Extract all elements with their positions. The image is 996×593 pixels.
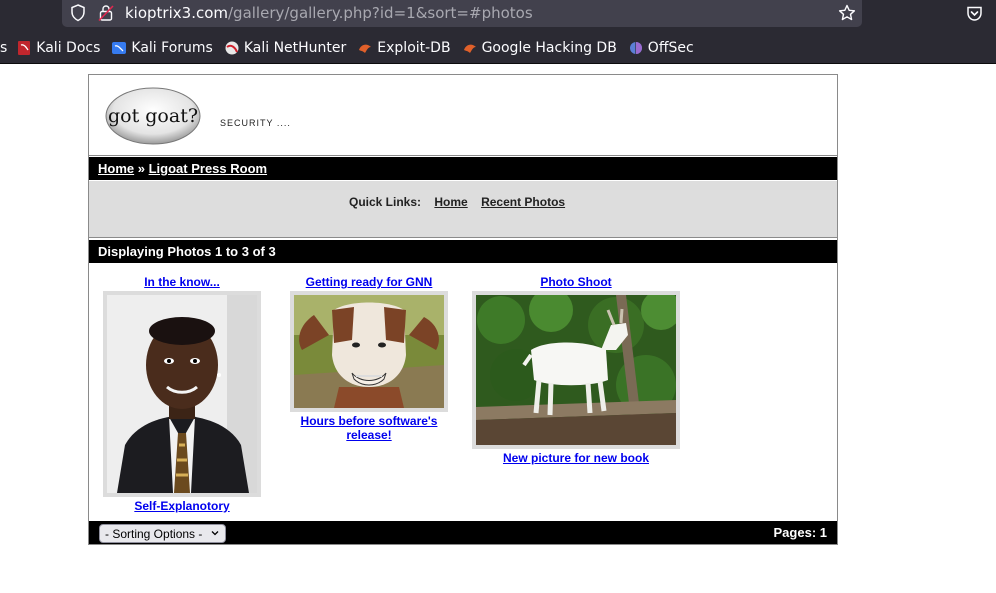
ghdb-icon — [463, 44, 476, 53]
photo-item: Getting ready for GNN Hours before softw… — [289, 275, 449, 442]
tracking-shield-icon[interactable] — [70, 4, 86, 22]
bookmark-star-icon[interactable] — [838, 4, 856, 22]
gallery-page: got goat? SECURITY .... Home » Ligoat Pr… — [88, 74, 838, 545]
photo-thumbnail-white-goat[interactable] — [472, 291, 680, 449]
offsec-icon — [629, 42, 642, 54]
quick-link-recent-photos[interactable]: Recent Photos — [481, 195, 565, 209]
bookmark-kali-nethunter[interactable]: Kali NetHunter — [225, 40, 346, 56]
photo-caption-link[interactable]: Hours before software's release! — [289, 414, 449, 442]
exploit-db-icon — [359, 44, 372, 53]
gallery-footer: - Sorting Options - Pages: 1 — [89, 521, 837, 544]
kali-forums-icon — [112, 42, 127, 54]
bookmark-label: Exploit-DB — [377, 40, 451, 56]
bookmark-label: Kali Docs — [36, 40, 101, 56]
kali-nethunter-icon — [225, 41, 239, 55]
bookmark-kali-docs[interactable]: Kali Docs — [17, 40, 100, 56]
quick-links-label: Quick Links: — [349, 195, 422, 209]
quick-link-home[interactable]: Home — [434, 195, 467, 209]
photo-item: Photo Shoot New picture for new book — [471, 275, 681, 465]
gallery-heading: Displaying Photos 1 to 3 of 3 — [89, 240, 837, 263]
sorting-options-select[interactable]: - Sorting Options - — [99, 524, 226, 543]
bookmark-label: Google Hacking DB — [481, 40, 617, 56]
pocket-icon[interactable] — [966, 5, 983, 22]
chevron-down-icon — [211, 531, 219, 536]
bookmark-label: Kali Forums — [131, 40, 213, 56]
photo-title-link[interactable]: In the know... — [102, 275, 262, 289]
logo-text: got goat? — [108, 105, 198, 127]
photo-caption-link[interactable]: New picture for new book — [471, 451, 681, 465]
photo-thumbnail-goat-close[interactable] — [290, 291, 448, 412]
browser-chrome: kioptrix3.com/gallery/gallery.php?id=1&s… — [0, 0, 996, 64]
bookmark-label: OffSec — [647, 40, 694, 56]
kali-docs-icon — [18, 41, 31, 55]
bookmarks-toolbar: s Kali Docs Kali Forums Kali NetHunter E… — [0, 36, 706, 60]
breadcrumb: Home » Ligoat Press Room — [89, 157, 837, 180]
url-text[interactable]: kioptrix3.com/gallery/gallery.php?id=1&s… — [125, 4, 533, 22]
breadcrumb-current-link[interactable]: Ligoat Press Room — [149, 161, 267, 176]
bookmark-label: Kali NetHunter — [243, 40, 347, 56]
sorting-options-value: - Sorting Options - — [105, 527, 203, 541]
insecure-lock-icon[interactable] — [98, 4, 114, 22]
url-host: kioptrix3.com — [125, 4, 228, 22]
photo-title-link[interactable]: Getting ready for GNN — [289, 275, 449, 289]
photo-thumbnail-portrait[interactable] — [103, 291, 261, 497]
site-tagline: SECURITY .... — [220, 118, 291, 128]
bookmark-kali-forums[interactable]: Kali Forums — [112, 40, 213, 56]
photo-item: In the know... Self-Explanotory — [102, 275, 262, 513]
photo-title-link[interactable]: Photo Shoot — [471, 275, 681, 289]
bookmark-offsec[interactable]: OffSec — [629, 40, 694, 56]
site-header: got goat? SECURITY .... — [89, 75, 837, 156]
bookmark-exploit-db[interactable]: Exploit-DB — [358, 40, 451, 56]
breadcrumb-separator: » — [137, 161, 145, 176]
breadcrumb-home-link[interactable]: Home — [98, 161, 134, 176]
bookmark-google-hacking-db[interactable]: Google Hacking DB — [463, 40, 617, 56]
bookmark-truncated[interactable]: s — [0, 40, 7, 56]
photo-caption-link[interactable]: Self-Explanotory — [102, 499, 262, 513]
got-goat-logo[interactable]: got goat? — [104, 86, 202, 146]
pagination-label: Pages: 1 — [773, 525, 827, 540]
url-path: /gallery/gallery.php?id=1&sort=#photos — [228, 4, 533, 22]
url-bar[interactable]: kioptrix3.com/gallery/gallery.php?id=1&s… — [62, 0, 862, 27]
quick-links-panel: Quick Links: Home Recent Photos — [89, 181, 837, 238]
